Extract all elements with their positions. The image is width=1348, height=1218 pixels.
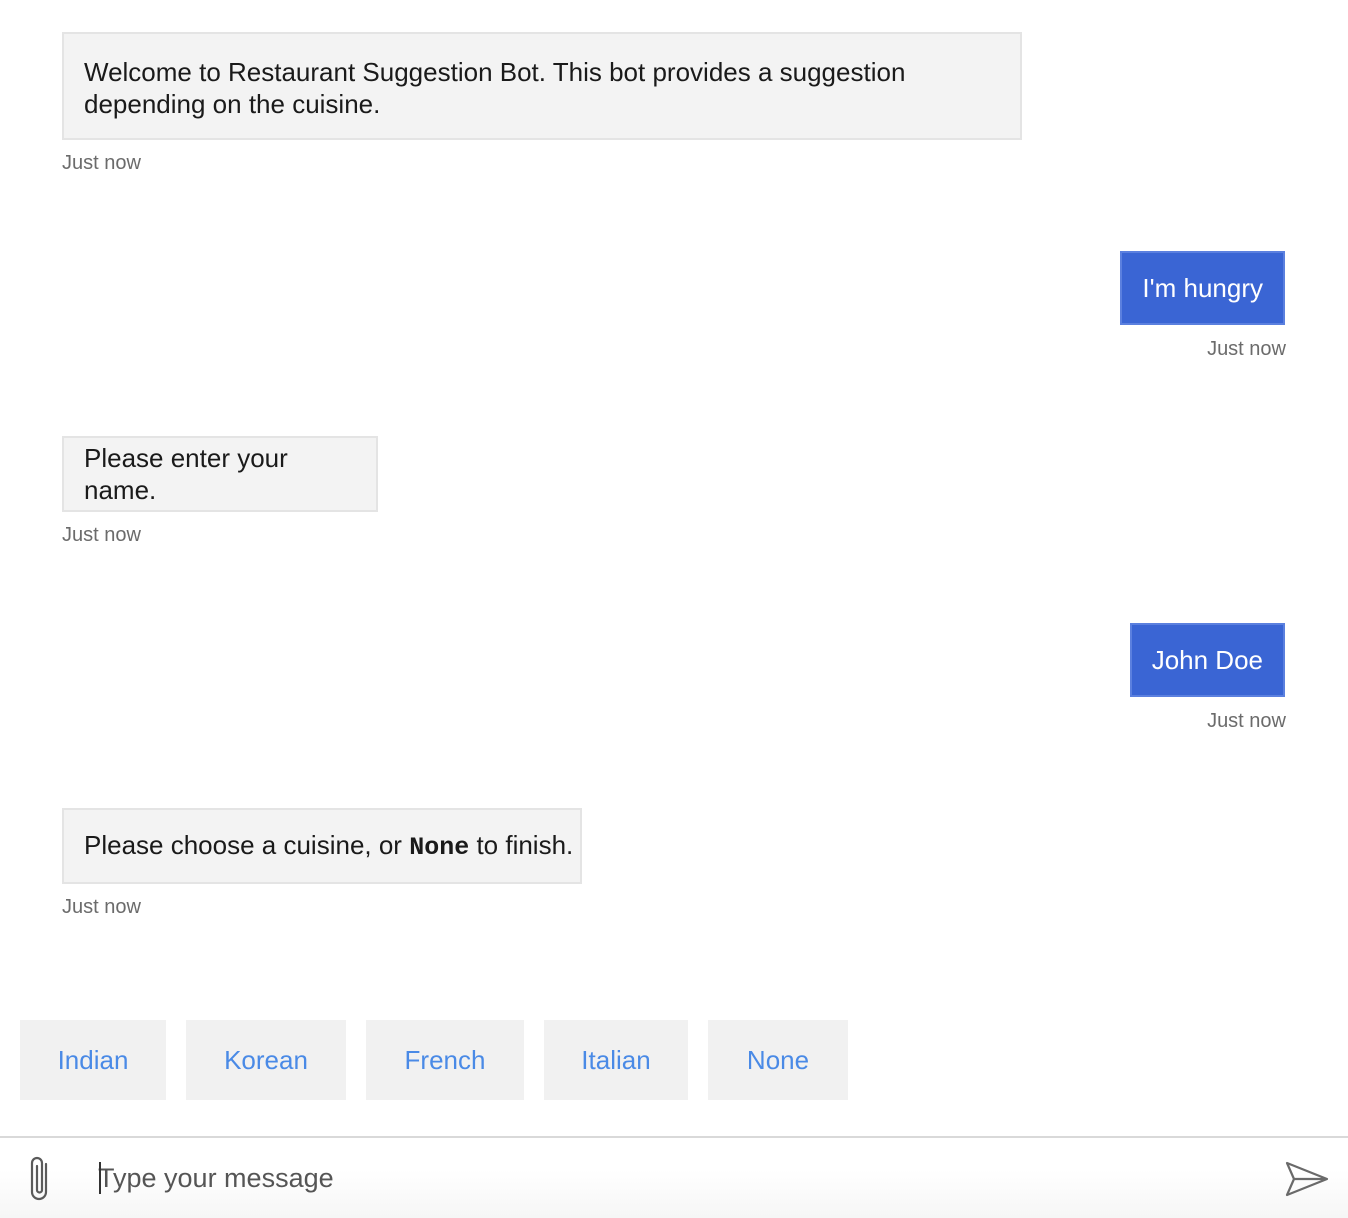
message-timestamp: Just now (1207, 710, 1286, 732)
message-timestamp: Just now (62, 896, 141, 918)
bot-message-text: Welcome to Restaurant Suggestion Bot. Th… (84, 57, 906, 119)
chat-window: Welcome to Restaurant Suggestion Bot. Th… (0, 0, 1348, 1218)
send-icon[interactable] (1284, 1160, 1330, 1198)
bot-message-text: Please enter your name. (84, 443, 288, 505)
inline-code: None (409, 832, 470, 862)
suggestion-italian[interactable]: Italian (544, 1020, 688, 1100)
bot-message: Please enter your name. (62, 436, 378, 512)
message-timestamp: Just now (62, 524, 141, 546)
suggestion-french[interactable]: French (366, 1020, 524, 1100)
user-message: I'm hungry (1120, 251, 1285, 325)
user-message: John Doe (1129, 623, 1285, 697)
suggestion-none[interactable]: None (708, 1020, 848, 1100)
suggestion-korean[interactable]: Korean (186, 1020, 346, 1100)
user-message-text: John Doe (1151, 645, 1263, 675)
suggested-actions: Indian Korean French Italian None (20, 1020, 848, 1100)
bot-message: Please choose a cuisine, or None to fini… (62, 808, 582, 884)
user-message-text: I'm hungry (1142, 273, 1263, 303)
message-timestamp: Just now (62, 152, 141, 174)
bot-message: Welcome to Restaurant Suggestion Bot. Th… (62, 32, 1022, 140)
bot-message-text: Please choose a cuisine, or None to fini… (84, 829, 574, 862)
message-input[interactable] (98, 1156, 1248, 1200)
text-caret (99, 1162, 101, 1194)
message-input-bar (0, 1136, 1348, 1218)
paperclip-icon[interactable] (24, 1154, 56, 1204)
message-timestamp: Just now (1207, 338, 1286, 360)
suggestion-indian[interactable]: Indian (20, 1020, 166, 1100)
